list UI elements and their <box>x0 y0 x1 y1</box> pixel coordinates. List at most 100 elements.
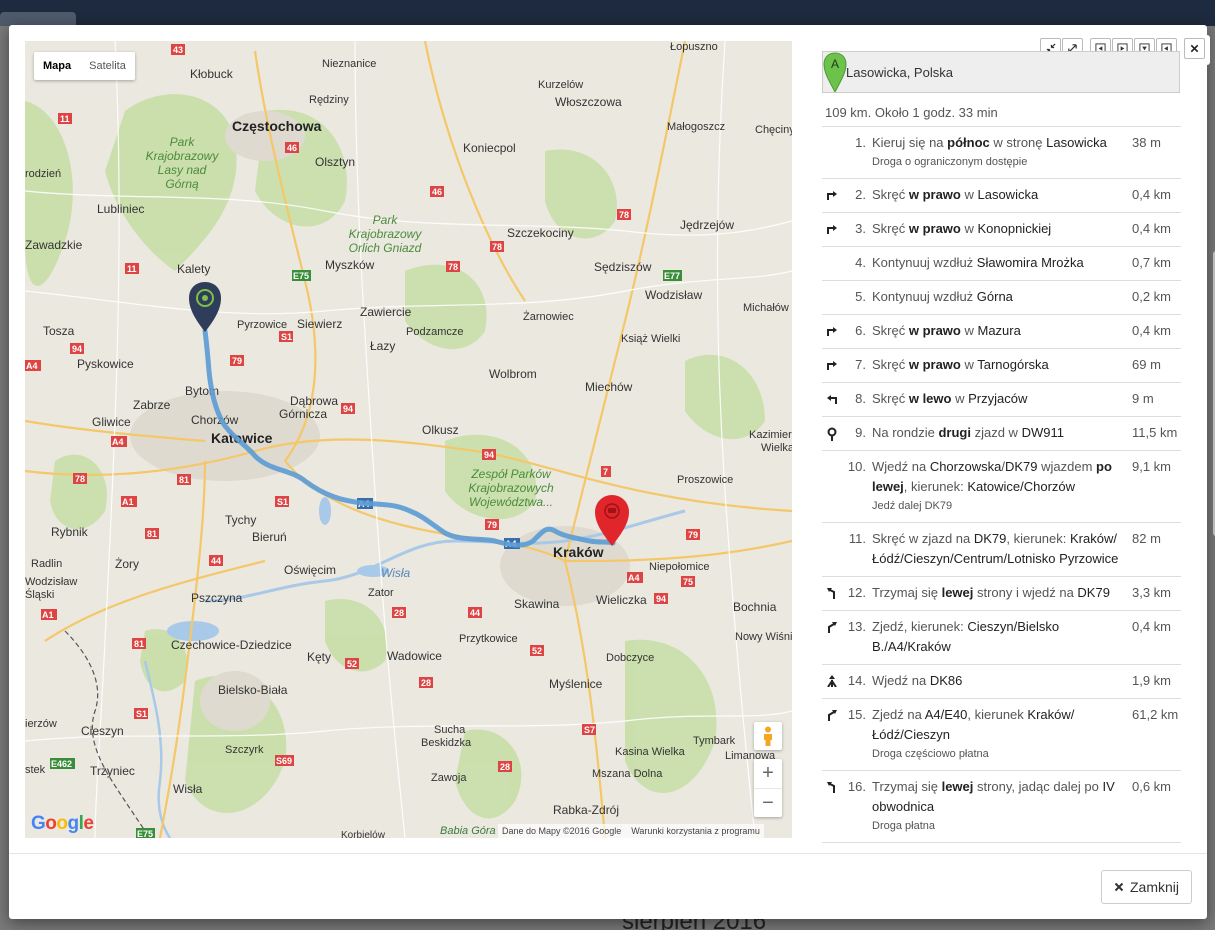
svg-text:Chęciny: Chęciny <box>755 124 792 136</box>
svg-text:Województwa...: Województwa... <box>469 495 553 509</box>
turn-left-icon <box>822 389 842 409</box>
svg-text:E77: E77 <box>664 271 680 281</box>
svg-text:Mszana Dolna: Mszana Dolna <box>592 768 663 780</box>
turn-right-icon <box>822 355 842 375</box>
svg-text:Nieznanice: Nieznanice <box>322 58 376 70</box>
direction-step[interactable]: 5. Kontynuuj wzdłuż Górna 0,2 km <box>822 281 1181 315</box>
google-logo: Google <box>31 813 94 834</box>
svg-text:Tosza: Tosza <box>43 324 75 338</box>
svg-text:28: 28 <box>394 608 404 618</box>
step-number: 7. <box>855 357 866 372</box>
svg-text:Olkusz: Olkusz <box>422 423 459 437</box>
svg-text:E75: E75 <box>293 271 309 281</box>
svg-text:46: 46 <box>432 187 442 197</box>
svg-text:S7: S7 <box>584 725 595 735</box>
svg-text:A4: A4 <box>112 437 124 447</box>
map-canvas[interactable]: Kłobuck Częstochowa Olsztyn Koniecpol Lu… <box>25 41 792 838</box>
svg-text:Górnicza: Górnicza <box>279 407 327 421</box>
svg-text:Michałów: Michałów <box>743 302 789 314</box>
merge-icon <box>822 671 842 691</box>
svg-text:44: 44 <box>211 556 221 566</box>
step-instruction: Skręć w lewo w Przyjaców <box>872 391 1028 406</box>
map-type-satellite-button[interactable]: Satelita <box>80 52 135 80</box>
zoom-in-button[interactable]: + <box>754 759 782 788</box>
step-instruction: Skręć w prawo w Lasowicka <box>872 187 1039 202</box>
svg-text:S69: S69 <box>276 756 292 766</box>
zoom-out-button[interactable]: − <box>754 789 782 818</box>
step-number: 9. <box>855 425 866 440</box>
svg-text:Częstochowa: Częstochowa <box>232 118 322 134</box>
svg-text:94: 94 <box>484 450 494 460</box>
svg-text:Lasy nad: Lasy nad <box>158 163 207 177</box>
svg-text:11: 11 <box>60 114 70 124</box>
svg-text:Wadowice: Wadowice <box>387 649 442 663</box>
step-icon-placeholder <box>822 457 842 515</box>
street-view-pegman-icon[interactable] <box>754 722 782 750</box>
step-instruction: Skręć w prawo w Tarnogórska <box>872 357 1049 372</box>
roundabout-icon <box>822 423 842 443</box>
svg-text:79: 79 <box>688 530 698 540</box>
step-instruction: Trzymaj się lewej strony, jadąc dalej po… <box>872 777 1126 835</box>
step-instruction: Skręć w prawo w Mazura <box>872 323 1021 338</box>
direction-step[interactable]: 3. Skręć w prawo w Konopnickiej 0,4 km <box>822 213 1181 247</box>
map-type-map-button[interactable]: Mapa <box>34 52 80 80</box>
svg-text:Łazy: Łazy <box>370 339 395 353</box>
svg-text:Szczekociny: Szczekociny <box>507 226 574 240</box>
direction-step[interactable]: 11. Skręć w zjazd na DK79, kierunek: Krak… <box>822 523 1181 577</box>
close-button[interactable]: Zamknij <box>1101 870 1192 904</box>
step-icon-placeholder <box>822 253 842 273</box>
modal-body: Kłobuck Częstochowa Olsztyn Koniecpol Lu… <box>25 41 1215 853</box>
svg-text:S1: S1 <box>136 709 147 719</box>
direction-step[interactable]: 10. Wjedź na Chorzowska/DK79 wjazdem po l… <box>822 451 1181 523</box>
svg-text:Tymbark: Tymbark <box>693 735 736 747</box>
svg-text:44: 44 <box>470 608 480 618</box>
step-instruction: Kontynuuj wzdłuż Sławomira Mrożka <box>872 255 1084 270</box>
svg-text:A: A <box>831 57 839 71</box>
step-distance: 0,4 km <box>1132 323 1172 338</box>
turn-right-icon <box>822 185 842 205</box>
direction-step[interactable]: 14. Wjedź na DK86 1,9 km <box>822 665 1181 699</box>
direction-step[interactable]: 9. Na rondzie drugi zjazd w DW911 11,5 km <box>822 417 1181 451</box>
svg-text:Kalety: Kalety <box>177 262 210 276</box>
step-instruction: Kontynuuj wzdłuż Górna <box>872 289 1013 304</box>
svg-text:Górną: Górną <box>165 177 199 191</box>
map-terms-link[interactable]: Warunki korzystania z programu <box>631 826 760 836</box>
route-map[interactable]: Kłobuck Częstochowa Olsztyn Koniecpol Lu… <box>25 41 792 838</box>
direction-step[interactable]: 7. Skręć w prawo w Tarnogórska 69 m <box>822 349 1181 383</box>
svg-text:E462: E462 <box>51 759 72 769</box>
direction-step[interactable]: 8. Skręć w lewo w Przyjaców 9 m <box>822 383 1181 417</box>
direction-step[interactable]: 12. Trzymaj się lewej strony i wjedź na D… <box>822 577 1181 611</box>
direction-step[interactable]: 1. Kieruj się na północ w stronę Lasowick… <box>822 127 1181 179</box>
direction-step[interactable]: 17.Kontynuuj wzdłuż IV obwodnica/S72,9 k… <box>822 843 1181 853</box>
direction-step[interactable]: 4. Kontynuuj wzdłuż Sławomira Mrożka 0,7 k… <box>822 247 1181 281</box>
svg-text:Beskidzka: Beskidzka <box>421 737 472 749</box>
svg-text:Wieliczka: Wieliczka <box>596 593 647 607</box>
step-instruction: Zjedź, kierunek: Cieszyn/Bielsko B./A4/K… <box>872 619 1060 654</box>
svg-text:Kasina Wielka: Kasina Wielka <box>615 746 686 758</box>
svg-text:Miechów: Miechów <box>585 380 633 394</box>
svg-text:Zawiercie: Zawiercie <box>360 305 412 319</box>
svg-text:Krajobrazowy: Krajobrazowy <box>146 149 220 163</box>
step-number: 11. <box>848 531 866 546</box>
svg-text:Dąbrowa: Dąbrowa <box>290 394 338 408</box>
svg-text:Proszowice: Proszowice <box>677 474 733 486</box>
svg-text:Chorzów: Chorzów <box>191 413 239 427</box>
svg-text:Kazimierza: Kazimierza <box>749 429 792 441</box>
svg-text:Wisła: Wisła <box>173 782 203 796</box>
svg-text:52: 52 <box>347 659 357 669</box>
step-number: 13. <box>847 619 866 634</box>
direction-step[interactable]: 13. Zjedź, kierunek: Cieszyn/Bielsko B./A… <box>822 611 1181 665</box>
svg-text:Park: Park <box>170 135 196 149</box>
svg-text:Zabrze: Zabrze <box>133 398 171 412</box>
app-tab[interactable] <box>0 12 76 26</box>
direction-step[interactable]: 15. Zjedź na A4/E40, kierunek Kraków/Łódź… <box>822 699 1181 771</box>
svg-text:Trzyniec: Trzyniec <box>90 764 135 778</box>
svg-text:Zespół Parków: Zespół Parków <box>470 467 552 481</box>
svg-text:94: 94 <box>656 594 666 604</box>
svg-text:Niepołomice: Niepołomice <box>649 561 710 573</box>
direction-step[interactable]: 16. Trzymaj się lewej strony, jadąc dalej… <box>822 771 1181 843</box>
step-distance: 1,9 km <box>1132 673 1172 688</box>
step-instruction: Zjedź na A4/E40, kierunek Kraków/Łódź/Ci… <box>872 705 1126 763</box>
direction-step[interactable]: 6. Skręć w prawo w Mazura 0,4 km <box>822 315 1181 349</box>
direction-step[interactable]: 2. Skręć w prawo w Lasowicka 0,4 km <box>822 179 1181 213</box>
